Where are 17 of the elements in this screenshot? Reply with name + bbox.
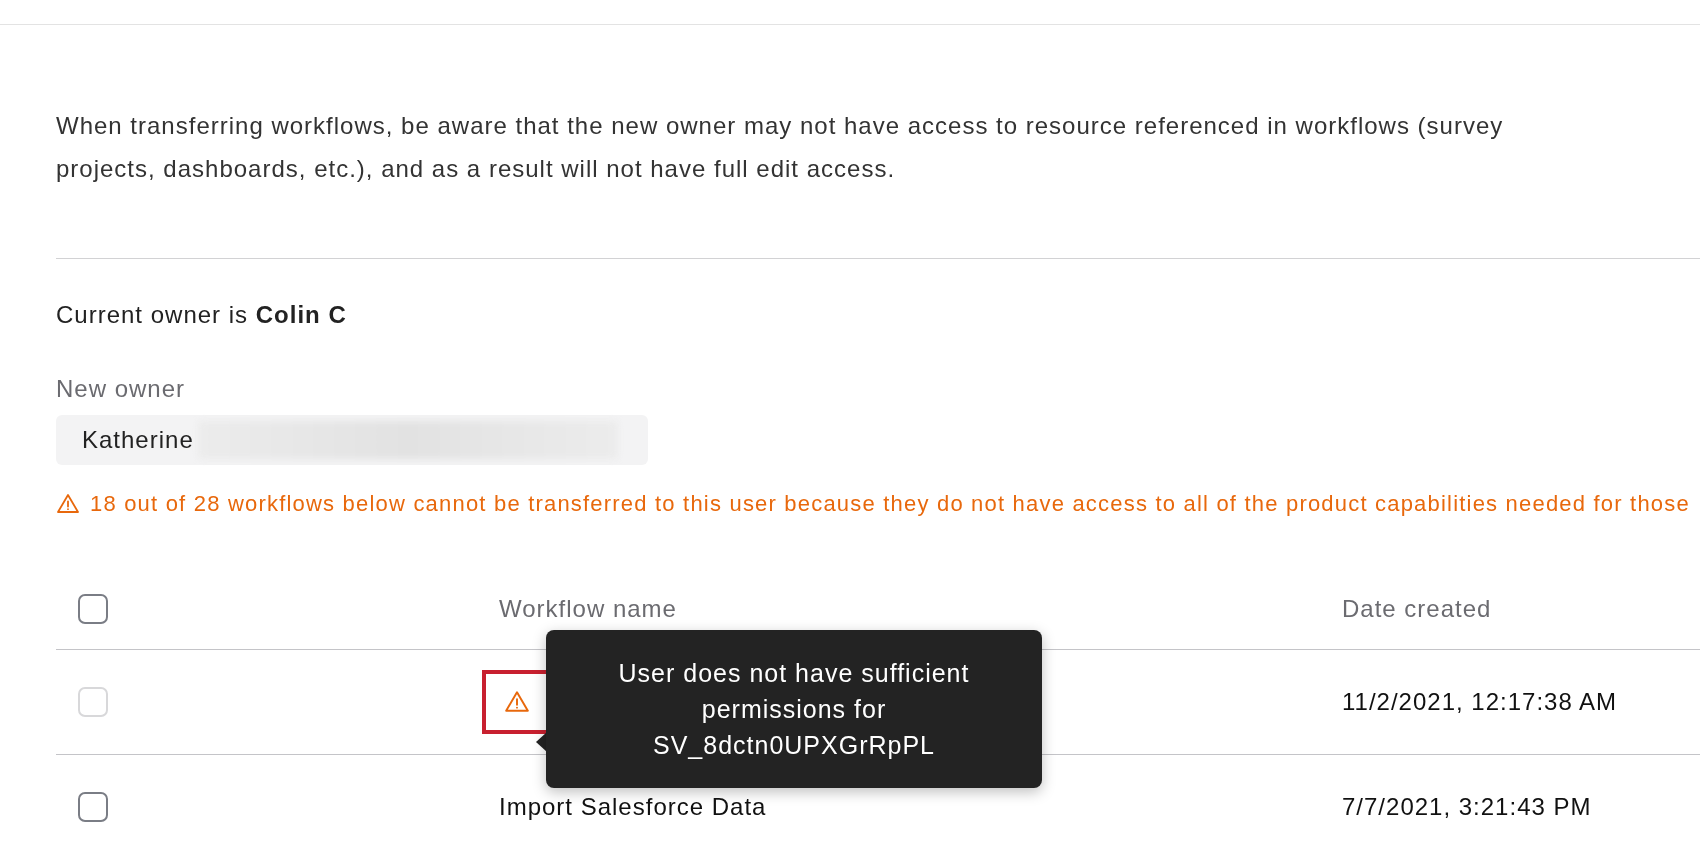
table-cell: 7/7/2021, 3:21:43 PM bbox=[1342, 793, 1592, 820]
checkbox[interactable] bbox=[78, 792, 108, 822]
new-owner-field[interactable]: Katherine bbox=[56, 415, 648, 465]
warning-icon bbox=[56, 492, 80, 516]
warning-icon bbox=[504, 689, 530, 715]
table-cell: Import Salesforce Data bbox=[499, 793, 767, 821]
field-label: New owner bbox=[56, 375, 186, 403]
warning-text: 18 out of 28 workflows below cannot be transferred to this user because they do not have access to all of the product capabilities needed for those bbox=[90, 491, 1690, 517]
table-cell: 11/2/2021, 12:17:38 AM bbox=[1342, 688, 1618, 715]
column-header[interactable]: Workflow name bbox=[499, 595, 677, 622]
column-header[interactable]: Date created bbox=[1342, 595, 1492, 622]
tooltip-text: SV_8dctn0UPXGrRpPL bbox=[652, 730, 936, 761]
notice-text: When transferring workflows, be aware that the new owner may not have access to resource referenced in workflows (survey projects, dashboards, etc.), and as a result will not have full edit access. bbox=[56, 111, 1505, 184]
tooltip-text: User does not have sufficient bbox=[617, 658, 971, 689]
tooltip-text: permissions for bbox=[700, 694, 888, 725]
checkbox[interactable] bbox=[78, 594, 108, 624]
current-owner-text: Current owner is Colin C bbox=[56, 301, 348, 329]
